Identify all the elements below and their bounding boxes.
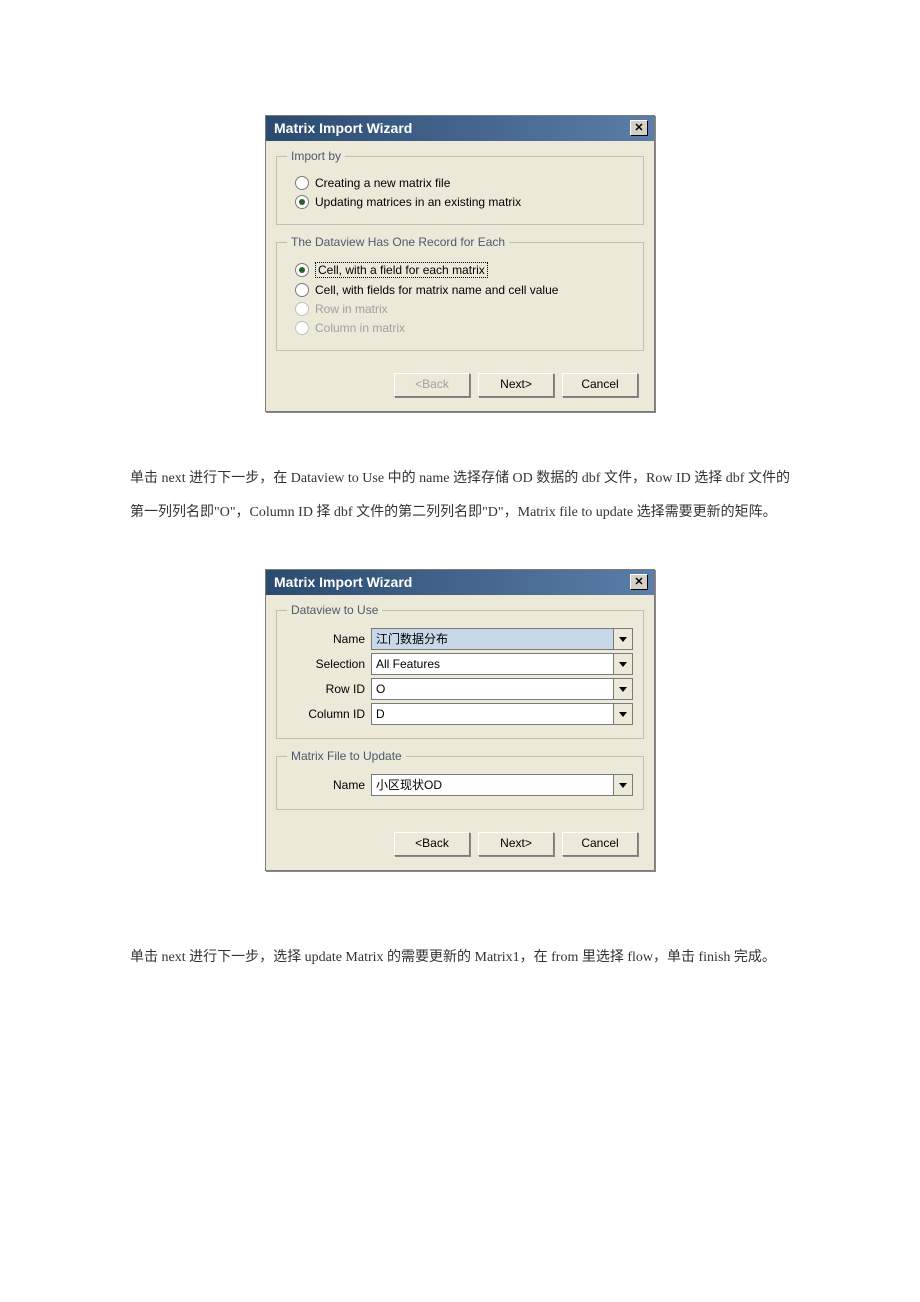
combo-value: All Features [372, 654, 613, 674]
document-page: Matrix Import Wizard ✕ Import by Creatin… [0, 0, 920, 1302]
combo-name[interactable]: 江门数据分布 [371, 628, 633, 650]
cancel-button[interactable]: Cancel [562, 832, 638, 856]
back-button[interactable]: <Back [394, 832, 470, 856]
cancel-button[interactable]: Cancel [562, 373, 638, 397]
radio-row-in-matrix: Row in matrix [295, 302, 633, 316]
spacer [0, 529, 920, 569]
chevron-down-icon[interactable] [613, 629, 632, 649]
group-matrix-file-update: Matrix File to Update Name 小区现状OD [276, 749, 644, 810]
titlebar[interactable]: Matrix Import Wizard ✕ [266, 116, 654, 141]
label-rowid: Row ID [287, 682, 371, 696]
dialog-matrix-import-2: Matrix Import Wizard ✕ Dataview to Use N… [265, 569, 655, 871]
close-icon[interactable]: ✕ [630, 574, 648, 590]
chevron-down-icon[interactable] [613, 704, 632, 724]
radio-updating-existing[interactable]: Updating matrices in an existing matrix [295, 195, 633, 209]
combo-selection[interactable]: All Features [371, 653, 633, 675]
radio-icon [295, 195, 309, 209]
group-dataview-to-use: Dataview to Use Name 江门数据分布 Selection Al… [276, 603, 644, 739]
paragraph-1: 单击 next 进行下一步，在 Dataview to Use 中的 name … [130, 462, 790, 529]
radio-label: Cell, with fields for matrix name and ce… [315, 283, 558, 297]
legend-update: Matrix File to Update [287, 749, 406, 763]
radio-creating-new[interactable]: Creating a new matrix file [295, 176, 633, 190]
radio-icon [295, 302, 309, 316]
combo-value: 小区现状OD [372, 775, 613, 795]
label-name: Name [287, 632, 371, 646]
paragraph-2: 单击 next 进行下一步，选择 update Matrix 的需要更新的 Ma… [130, 941, 790, 975]
label-colid: Column ID [287, 707, 371, 721]
radio-cell-field[interactable]: Cell, with a field for each matrix [295, 262, 633, 278]
radio-icon [295, 283, 309, 297]
combo-rowid[interactable]: O [371, 678, 633, 700]
row-colid: Column ID D [287, 703, 633, 725]
radio-column-in-matrix: Column in matrix [295, 321, 633, 335]
dialog-title: Matrix Import Wizard [274, 120, 412, 136]
combo-value: 江门数据分布 [372, 629, 613, 649]
radio-label: Cell, with a field for each matrix [315, 262, 488, 278]
group-import-by: Import by Creating a new matrix file Upd… [276, 149, 644, 225]
dialog-body: Import by Creating a new matrix file Upd… [266, 141, 654, 411]
button-row: <Back Next> Cancel [276, 820, 644, 860]
back-button: <Back [394, 373, 470, 397]
next-button[interactable]: Next> [478, 373, 554, 397]
radio-label: Updating matrices in an existing matrix [315, 195, 521, 209]
dialog-body: Dataview to Use Name 江门数据分布 Selection Al… [266, 595, 654, 870]
combo-value: O [372, 679, 613, 699]
group-record-for-each: The Dataview Has One Record for Each Cel… [276, 235, 644, 351]
radio-icon [295, 176, 309, 190]
row-selection: Selection All Features [287, 653, 633, 675]
radio-icon [295, 321, 309, 335]
button-row: <Back Next> Cancel [276, 361, 644, 401]
radio-label: Creating a new matrix file [315, 176, 450, 190]
combo-value: D [372, 704, 613, 724]
row-rowid: Row ID O [287, 678, 633, 700]
combo-colid[interactable]: D [371, 703, 633, 725]
label-update-name: Name [287, 778, 371, 792]
dialog-title: Matrix Import Wizard [274, 574, 412, 590]
dialog-matrix-import-1: Matrix Import Wizard ✕ Import by Creatin… [265, 115, 655, 412]
row-name: Name 江门数据分布 [287, 628, 633, 650]
row-update-name: Name 小区现状OD [287, 774, 633, 796]
radio-label: Row in matrix [315, 302, 388, 316]
legend-record: The Dataview Has One Record for Each [287, 235, 509, 249]
legend-import-by: Import by [287, 149, 345, 163]
radio-icon [295, 263, 309, 277]
legend-dataview: Dataview to Use [287, 603, 382, 617]
radio-cell-name-value[interactable]: Cell, with fields for matrix name and ce… [295, 283, 633, 297]
next-button[interactable]: Next> [478, 832, 554, 856]
chevron-down-icon[interactable] [613, 775, 632, 795]
chevron-down-icon[interactable] [613, 679, 632, 699]
close-icon[interactable]: ✕ [630, 120, 648, 136]
combo-update-name[interactable]: 小区现状OD [371, 774, 633, 796]
chevron-down-icon[interactable] [613, 654, 632, 674]
radio-label: Column in matrix [315, 321, 405, 335]
titlebar[interactable]: Matrix Import Wizard ✕ [266, 570, 654, 595]
label-selection: Selection [287, 657, 371, 671]
